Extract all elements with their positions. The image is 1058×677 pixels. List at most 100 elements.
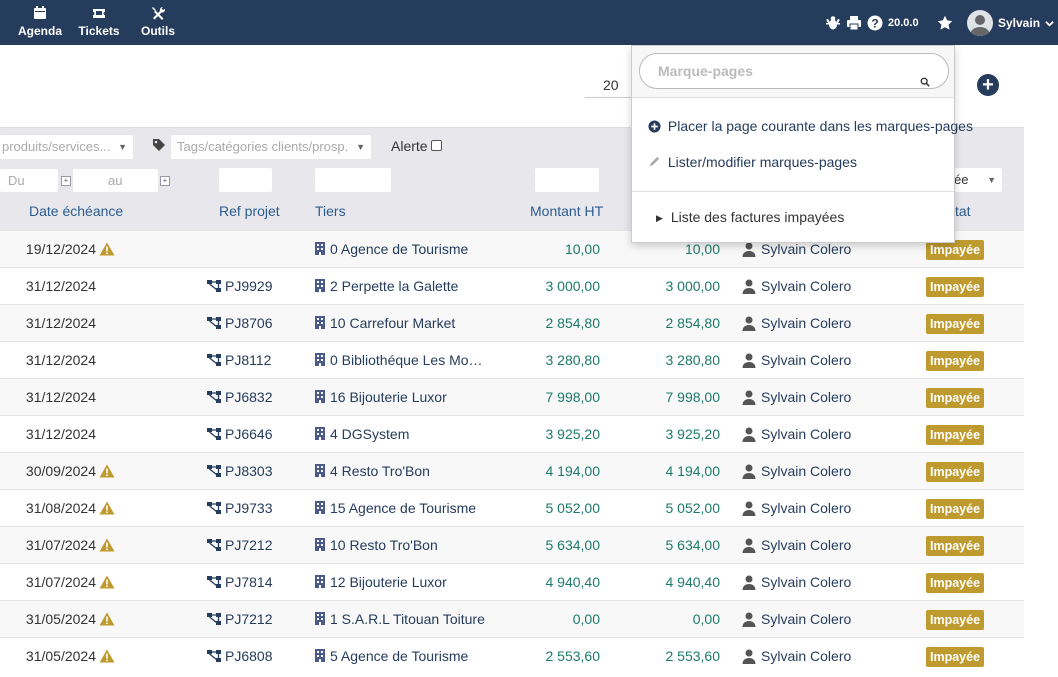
tiers-cell[interactable]: 5 Agence de Tourisme (315, 638, 485, 674)
tags-filter-select[interactable]: Tags/catégories clients/prosp. ▼ (171, 135, 371, 159)
table-row[interactable]: 31/12/2024 PJ8112 0 Bibliothéque Les Mou… 3… (0, 341, 1024, 378)
user-cell[interactable]: Sylvain Colero (741, 490, 851, 526)
user-link[interactable]: Sylvain Colero (761, 389, 851, 405)
user-link[interactable]: Sylvain Colero (761, 648, 851, 664)
ref-project-link[interactable]: PJ9733 (225, 500, 272, 516)
table-row[interactable]: 31/12/2024 PJ6646 4 DGSystem 3 925,20 3 925,… (0, 415, 1024, 452)
print-icon[interactable] (846, 0, 862, 45)
ref-project-cell[interactable]: PJ7814 (207, 564, 272, 600)
user-cell[interactable]: Sylvain Colero (741, 305, 851, 341)
add-current-page-bookmark[interactable]: Placer la page courante dans les marques… (648, 118, 973, 136)
table-row[interactable]: 31/12/2024 PJ8706 10 Carrefour Market 2 854… (0, 304, 1024, 341)
tiers-cell[interactable]: 16 Bijouterie Luxor (315, 379, 485, 415)
column-header-tiers[interactable]: Tiers (315, 203, 346, 219)
tiers-link[interactable]: 5 Agence de Tourisme (330, 648, 468, 664)
calendar-picker-icon[interactable]: + (160, 176, 170, 186)
table-row[interactable]: 31/05/2024 PJ6808 5 Agence de Tourisme 2 55… (0, 637, 1024, 674)
tiers-cell[interactable]: 1 S.A.R.L Titouan Toiture (315, 601, 485, 637)
ref-project-cell[interactable]: PJ9929 (207, 268, 272, 304)
ref-project-cell[interactable]: PJ8112 (207, 342, 271, 378)
tiers-cell[interactable]: 12 Bijouterie Luxor (315, 564, 485, 600)
tiers-link[interactable]: 10 Carrefour Market (330, 315, 455, 331)
tiers-link[interactable]: 12 Bijouterie Luxor (330, 574, 447, 590)
tiers-link[interactable]: 0 Agence de Tourisme (330, 241, 468, 257)
topnav-outils[interactable]: Outils (123, 6, 193, 38)
ref-project-link[interactable]: PJ7212 (225, 537, 272, 553)
column-header-amount-ht[interactable]: Montant HT (530, 203, 603, 219)
tiers-link[interactable]: 4 DGSystem (330, 426, 409, 442)
column-header-status[interactable]: tat (955, 203, 971, 219)
user-link[interactable]: Sylvain Colero (761, 574, 851, 590)
user-cell[interactable]: Sylvain Colero (741, 638, 851, 674)
table-row[interactable]: 31/05/2024 PJ7212 1 S.A.R.L Titouan Toitur… (0, 600, 1024, 637)
user-link[interactable]: Sylvain Colero (761, 500, 851, 516)
user-cell[interactable]: Sylvain Colero (741, 379, 851, 415)
tiers-link[interactable]: 1 S.A.R.L Titouan Toiture (330, 611, 485, 627)
amount-ht-filter-input[interactable] (535, 168, 599, 192)
edit-bookmarks-link[interactable]: Lister/modifier marques-pages (648, 154, 857, 171)
date-to-input[interactable]: au (73, 169, 158, 192)
ref-project-link[interactable]: PJ9929 (225, 278, 272, 294)
user-menu[interactable]: Sylvain (967, 0, 1054, 45)
user-cell[interactable]: Sylvain Colero (741, 342, 851, 378)
tiers-cell[interactable]: 4 Resto Tro'Bon (315, 453, 485, 489)
tiers-cell[interactable]: 15 Agence de Tourisme (315, 490, 485, 526)
ref-project-link[interactable]: PJ8112 (225, 352, 271, 368)
ref-project-filter-input[interactable] (219, 168, 272, 192)
user-cell[interactable]: Sylvain Colero (741, 527, 851, 563)
tiers-link[interactable]: 15 Agence de Tourisme (330, 500, 476, 516)
ref-project-link[interactable]: PJ8706 (225, 315, 272, 331)
ref-project-link[interactable]: PJ8303 (225, 463, 272, 479)
tiers-cell[interactable]: 0 Agence de Tourisme (315, 231, 485, 267)
tiers-cell[interactable]: 10 Resto Tro'Bon (315, 527, 485, 563)
user-cell[interactable]: Sylvain Colero (741, 416, 851, 452)
user-link[interactable]: Sylvain Colero (761, 537, 851, 553)
ref-project-link[interactable]: PJ7814 (225, 574, 272, 590)
ref-project-link[interactable]: PJ6808 (225, 648, 272, 664)
page-limit-select[interactable]: 20 (585, 72, 633, 98)
tiers-cell[interactable]: 10 Carrefour Market (315, 305, 485, 341)
user-link[interactable]: Sylvain Colero (761, 426, 851, 442)
tiers-link[interactable]: 0 Bibliothéque Les Mou… (330, 352, 485, 368)
tiers-link[interactable]: 4 Resto Tro'Bon (330, 463, 430, 479)
user-link[interactable]: Sylvain Colero (761, 315, 851, 331)
bookmarks-search-input[interactable]: Marque-pages (639, 53, 949, 89)
help-icon[interactable]: ? (867, 0, 883, 45)
column-header-due-date[interactable]: Date échéance (29, 203, 123, 219)
ref-project-cell[interactable]: PJ6832 (207, 379, 272, 415)
table-row[interactable]: 31/07/2024 PJ7212 10 Resto Tro'Bon 5 634,00… (0, 526, 1024, 563)
calendar-picker-icon[interactable]: + (61, 176, 71, 186)
user-cell[interactable]: Sylvain Colero (741, 564, 851, 600)
ref-project-link[interactable]: PJ7212 (225, 611, 272, 627)
ref-project-cell[interactable]: PJ8303 (207, 453, 272, 489)
ref-project-cell[interactable]: PJ7212 (207, 527, 272, 563)
tiers-link[interactable]: 10 Resto Tro'Bon (330, 537, 438, 553)
user-link[interactable]: Sylvain Colero (761, 241, 851, 257)
tiers-cell[interactable]: 0 Bibliothéque Les Mou… (315, 342, 485, 378)
user-cell[interactable]: Sylvain Colero (741, 601, 851, 637)
ref-project-cell[interactable]: PJ6808 (207, 638, 272, 674)
ref-project-cell[interactable]: PJ7212 (207, 601, 272, 637)
tiers-link[interactable]: 16 Bijouterie Luxor (330, 389, 447, 405)
table-row[interactable]: 31/12/2024 PJ9929 2 Perpette la Galette 3 0… (0, 267, 1024, 304)
bookmarks-star-icon[interactable] (937, 0, 953, 45)
user-cell[interactable]: Sylvain Colero (741, 453, 851, 489)
table-row[interactable]: 31/07/2024 PJ7814 12 Bijouterie Luxor 4 940… (0, 563, 1024, 600)
ref-project-cell[interactable]: PJ6646 (207, 416, 272, 452)
debug-icon[interactable] (825, 0, 841, 45)
alert-checkbox[interactable] (431, 140, 442, 151)
tiers-link[interactable]: 2 Perpette la Galette (330, 278, 458, 294)
add-invoice-button[interactable]: + (977, 74, 999, 96)
date-from-input[interactable]: Du (0, 169, 58, 192)
user-link[interactable]: Sylvain Colero (761, 463, 851, 479)
tiers-cell[interactable]: 2 Perpette la Galette (315, 268, 485, 304)
ref-project-link[interactable]: PJ6646 (225, 426, 272, 442)
table-row[interactable]: 31/12/2024 PJ6832 16 Bijouterie Luxor 7 998… (0, 378, 1024, 415)
bookmark-item[interactable]: ▶ Liste des factures impayées (656, 209, 844, 225)
ref-project-cell[interactable]: PJ9733 (207, 490, 272, 526)
user-link[interactable]: Sylvain Colero (761, 611, 851, 627)
table-row[interactable]: 30/09/2024 PJ8303 4 Resto Tro'Bon 4 194,00 4… (0, 452, 1024, 489)
ref-project-link[interactable]: PJ6832 (225, 389, 272, 405)
user-cell[interactable]: Sylvain Colero (741, 268, 851, 304)
user-link[interactable]: Sylvain Colero (761, 278, 851, 294)
